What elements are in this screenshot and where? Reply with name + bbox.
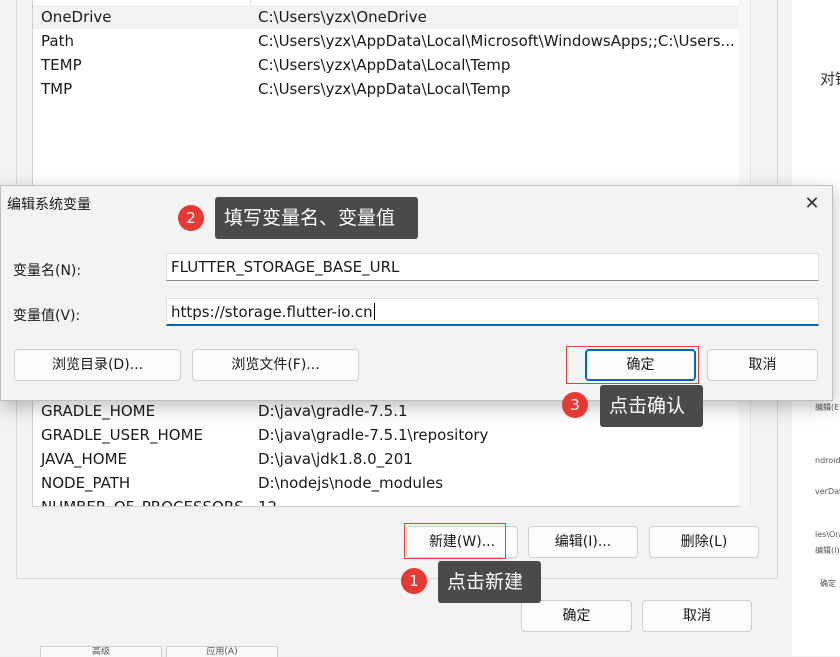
list-item[interactable]: NODE_PATH D:\nodejs\node_modules <box>33 471 739 495</box>
variable-value-input[interactable]: https://storage.flutter-io.cn <box>166 298 819 326</box>
background-mini-label: 确定 <box>820 579 836 588</box>
variable-value: D:\java\gradle-7.5.1 <box>258 402 408 420</box>
variable-name: GRADLE_HOME <box>41 402 156 420</box>
background-mini-label: les\Oracle\Java <box>815 530 840 539</box>
variable-name-label: 变量名(N): <box>13 263 82 279</box>
dialog-title: 编辑系统变量 <box>7 197 91 213</box>
list-item[interactable]: OneDrive C:\Users\yzx\OneDrive <box>33 5 739 29</box>
bottom-tab-strip: 高级 应用(A) <box>40 646 280 657</box>
delete-variable-button[interactable]: 删除(L) <box>649 526 759 558</box>
variable-name-input[interactable]: FLUTTER_STORAGE_BASE_URL <box>166 253 819 281</box>
background-right-text: 对镜像, <box>820 70 840 88</box>
background-mini-label: verData <box>815 487 840 496</box>
tab-apply[interactable]: 应用(A) <box>166 646 278 657</box>
list-item[interactable]: JAVA_HOME D:\java\jdk1.8.0_201 <box>33 447 739 471</box>
variable-value-label: 变量值(V): <box>13 308 81 324</box>
variable-name-input-text: FLUTTER_STORAGE_BASE_URL <box>171 258 400 276</box>
ok-button-highlight <box>566 346 699 384</box>
variable-name: TEMP <box>41 56 82 74</box>
new-button-highlight <box>404 523 506 559</box>
variable-name: OneDrive <box>41 8 112 26</box>
variable-name: GRADLE_USER_HOME <box>41 426 203 444</box>
variable-value: D:\java\gradle-7.5.1\repository <box>258 426 489 444</box>
variable-value-input-text: https://storage.flutter-io.cn <box>171 303 373 321</box>
text-caret <box>373 303 375 320</box>
window-cancel-button[interactable]: 取消 <box>642 600 752 632</box>
variable-value: C:\Users\yzx\AppData\Local\Temp <box>258 80 511 98</box>
annotation-badge-2: 2 <box>178 205 204 231</box>
variable-name: NUMBER_OF_PROCESSORS <box>41 498 244 507</box>
annotation-badge-3: 3 <box>562 392 588 418</box>
list-item[interactable]: Path C:\Users\yzx\AppData\Local\Microsof… <box>33 29 739 53</box>
variable-name: Path <box>41 32 74 50</box>
dialog-cancel-button[interactable]: 取消 <box>707 349 818 381</box>
annotation-callout-3: 点击确认 <box>600 385 703 427</box>
browse-directory-button[interactable]: 浏览目录(D)... <box>14 349 181 381</box>
window-ok-button[interactable]: 确定 <box>521 600 632 632</box>
browse-file-button[interactable]: 浏览文件(F)... <box>192 349 359 381</box>
variable-name: TMP <box>41 80 73 98</box>
variable-value: C:\Users\yzx\AppData\Local\Microsoft\Win… <box>258 32 735 50</box>
variable-value: D:\java\jdk1.8.0_201 <box>258 450 413 468</box>
variable-value: 12 <box>258 498 278 507</box>
list-item[interactable]: TEMP C:\Users\yzx\AppData\Local\Temp <box>33 53 739 77</box>
background-mini-label: 编辑(E) <box>815 403 840 412</box>
variable-value: C:\Users\yzx\AppData\Local\Temp <box>258 56 511 74</box>
annotation-callout-1: 点击新建 <box>438 561 541 603</box>
annotation-callout-2: 填写变量名、变量值 <box>215 197 418 239</box>
close-icon[interactable]: ✕ <box>797 190 827 218</box>
variable-name: NODE_PATH <box>41 474 131 492</box>
tab-advanced[interactable]: 高级 <box>40 646 162 657</box>
column-separator <box>250 0 251 6</box>
variable-value: C:\Users\yzx\OneDrive <box>258 8 427 26</box>
background-mini-label: 编辑(I) <box>815 546 840 555</box>
list-item[interactable]: NUMBER_OF_PROCESSORS 12 <box>33 495 739 507</box>
list-item[interactable]: TMP C:\Users\yzx\AppData\Local\Temp <box>33 77 739 101</box>
variable-value: D:\nodejs\node_modules <box>258 474 444 492</box>
background-mini-label: ndroid\Sd <box>815 456 840 465</box>
variable-name: JAVA_HOME <box>41 450 128 468</box>
annotation-badge-1: 1 <box>401 568 427 594</box>
edit-variable-button[interactable]: 编辑(I)... <box>528 526 638 558</box>
